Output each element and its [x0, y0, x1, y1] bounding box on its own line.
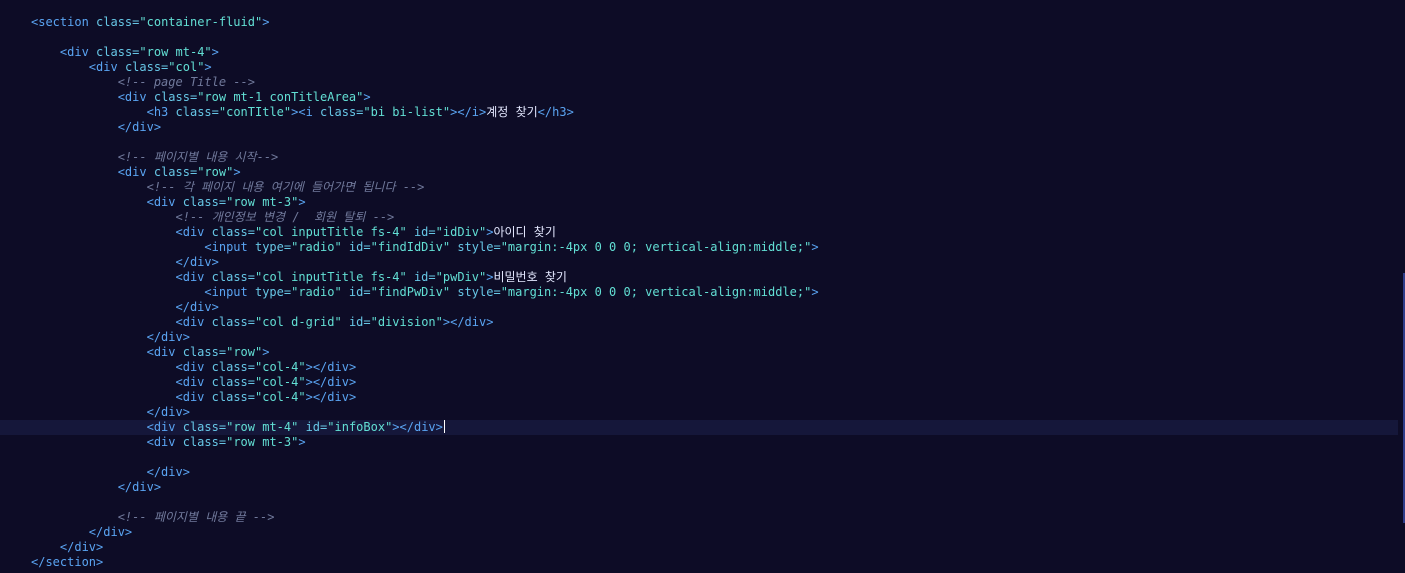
code-line[interactable]: <input type="radio" id="findPwDiv" style…: [31, 285, 818, 300]
code-line[interactable]: <h3 class="conTItle"><i class="bi bi-lis…: [31, 105, 819, 120]
code-line[interactable]: </div>: [31, 480, 819, 495]
code-line[interactable]: <div class="row">: [31, 345, 819, 360]
code-line[interactable]: <div class="col-4"></div>: [31, 360, 819, 375]
code-line[interactable]: <div class="row mt-4">: [31, 45, 819, 60]
code-line[interactable]: <div class="col inputTitle fs-4" id="pwD…: [31, 270, 819, 285]
code-line[interactable]: <div class="col-4"></div>: [31, 390, 819, 405]
code-line[interactable]: </div>: [31, 525, 819, 540]
code-line[interactable]: </div>: [31, 540, 819, 555]
code-line[interactable]: </div>: [31, 255, 819, 270]
code-line[interactable]: </div>: [31, 465, 819, 480]
code-line[interactable]: <!-- 페이지별 내용 시작-->: [31, 150, 819, 165]
text-cursor: [443, 420, 445, 433]
code-line[interactable]: <input type="radio" id="findIdDiv" style…: [31, 240, 818, 255]
code-line[interactable]: </div>: [31, 120, 819, 135]
code-line[interactable]: </section>: [31, 555, 819, 570]
code-line[interactable]: <div class="row mt-4" id="infoBox"></div…: [31, 420, 819, 435]
code-area[interactable]: <section class="container-fluid"> <div c…: [31, 15, 819, 570]
code-line[interactable]: <div class="col d-grid" id="division"></…: [31, 315, 819, 330]
code-line[interactable]: <div class="row mt-3">: [31, 435, 819, 450]
code-line[interactable]: [31, 450, 819, 465]
code-line[interactable]: </div>: [31, 330, 819, 345]
code-line[interactable]: <section class="container-fluid">: [31, 15, 819, 30]
code-line[interactable]: </div>: [31, 405, 819, 420]
code-line[interactable]: <div class="row mt-1 conTitleArea">: [31, 90, 819, 105]
code-line[interactable]: [31, 495, 819, 510]
code-line[interactable]: <div class="col-4"></div>: [31, 375, 819, 390]
code-line[interactable]: <div class="col">: [31, 60, 819, 75]
code-line[interactable]: [31, 135, 819, 150]
code-line[interactable]: <!-- page Title -->: [31, 75, 819, 90]
code-editor[interactable]: <section class="container-fluid"> <div c…: [0, 0, 1405, 573]
code-line[interactable]: <!-- 개인정보 변경 / 회원 탈퇴 -->: [31, 210, 819, 225]
code-line[interactable]: <div class="row">: [31, 165, 819, 180]
code-line[interactable]: <div class="col inputTitle fs-4" id="idD…: [31, 225, 819, 240]
code-line[interactable]: </div>: [31, 300, 819, 315]
code-line[interactable]: [31, 30, 819, 45]
code-line[interactable]: <div class="row mt-3">: [31, 195, 819, 210]
code-line[interactable]: <!-- 페이지별 내용 끝 -->: [31, 510, 819, 525]
code-line[interactable]: <!-- 각 페이지 내용 여기에 들어가면 됩니다 -->: [31, 180, 819, 195]
